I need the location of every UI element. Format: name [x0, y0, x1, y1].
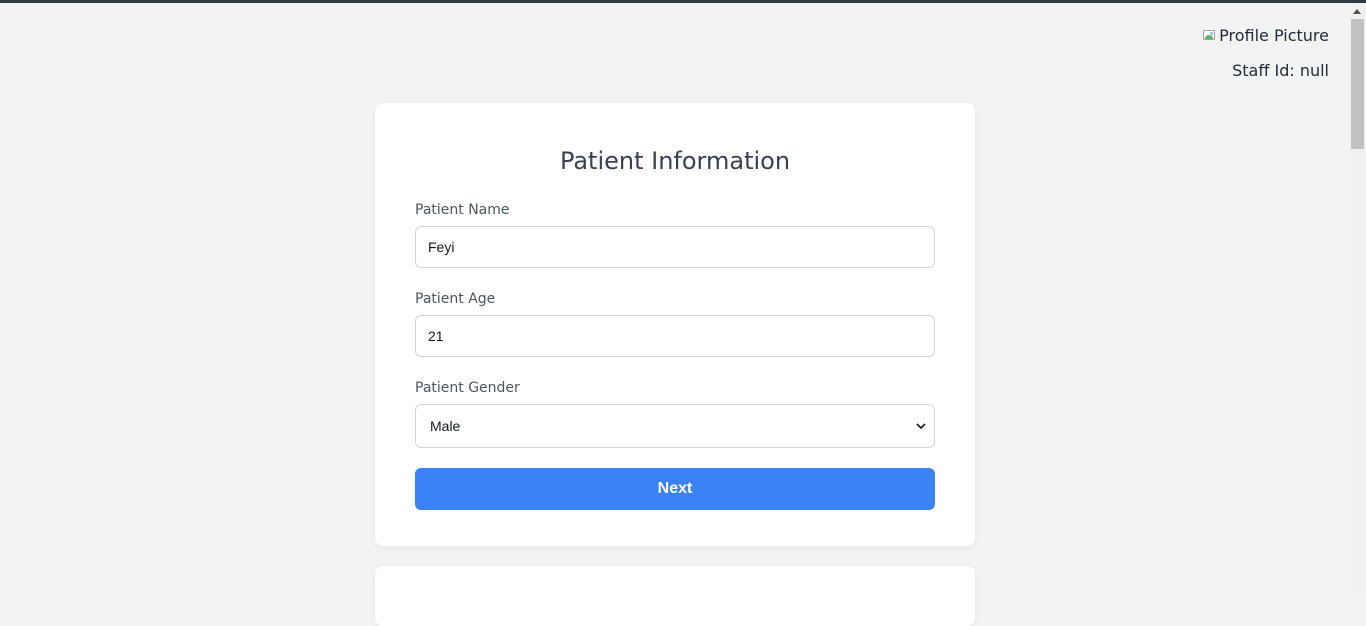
patient-gender-selected-value: Male	[430, 418, 461, 434]
profile-picture-alt-text: Profile Picture	[1219, 25, 1329, 45]
patient-age-input[interactable]	[415, 315, 935, 357]
broken-image-icon	[1202, 27, 1218, 43]
page-scrollbar[interactable]	[1349, 3, 1366, 591]
staff-id-label: Staff Id: null	[1232, 61, 1329, 80]
scroll-thumb[interactable]	[1351, 19, 1364, 149]
patient-name-label: Patient Name	[415, 202, 510, 218]
top-border	[0, 0, 1366, 3]
patient-info-card: Patient Information Patient Name Patient…	[375, 103, 975, 546]
scroll-up-arrow-icon[interactable]	[1353, 9, 1361, 14]
next-card	[375, 566, 975, 626]
next-button[interactable]: Next	[415, 468, 935, 510]
patient-gender-label: Patient Gender	[415, 380, 520, 396]
patient-age-label: Patient Age	[415, 291, 496, 307]
profile-picture[interactable]: Profile Picture	[1202, 25, 1329, 45]
chevron-down-icon	[916, 423, 926, 430]
patient-name-input[interactable]	[415, 226, 935, 268]
patient-gender-select[interactable]: Male	[415, 404, 935, 448]
profile-area: Profile Picture Staff Id: null	[1202, 25, 1329, 80]
page-title: Patient Information	[559, 147, 791, 175]
